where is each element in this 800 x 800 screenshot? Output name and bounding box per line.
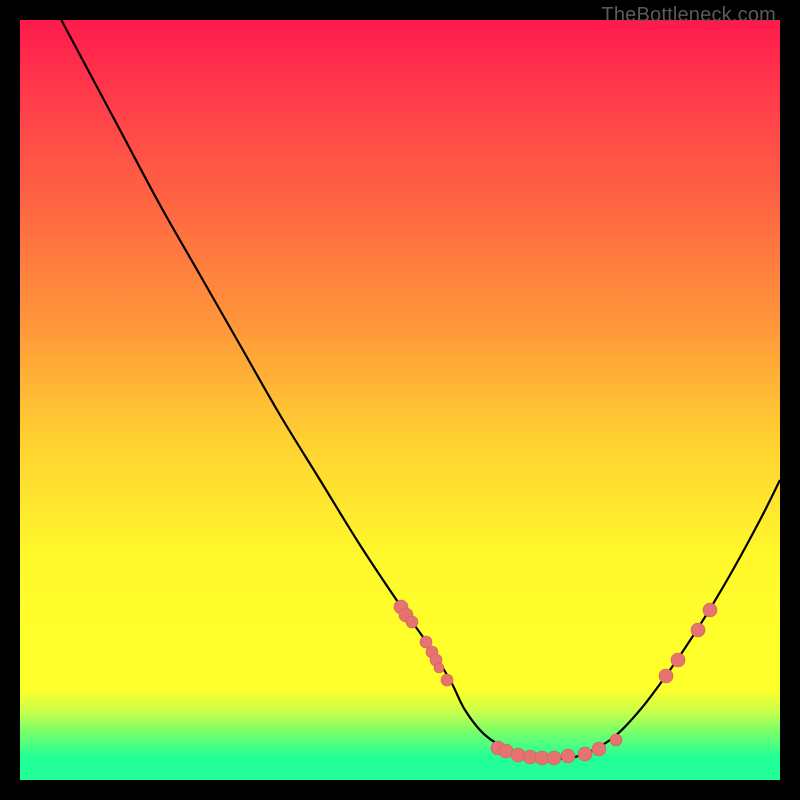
bottleneck-curve (40, 20, 780, 759)
data-dot (547, 751, 561, 765)
watermark-text: TheBottleneck.com (601, 4, 776, 27)
chart-svg (20, 20, 780, 780)
data-dot (703, 603, 717, 617)
data-dot (434, 663, 444, 673)
data-dot (592, 742, 606, 756)
data-dot (691, 623, 705, 637)
data-dot (659, 669, 673, 683)
data-dot (671, 653, 685, 667)
plot-area (20, 20, 780, 780)
data-dot (610, 734, 622, 746)
data-dot (441, 674, 453, 686)
data-dot (578, 747, 592, 761)
data-dot (561, 749, 575, 763)
dot-layer (394, 600, 717, 765)
data-dot (511, 748, 525, 762)
data-dot (406, 616, 418, 628)
